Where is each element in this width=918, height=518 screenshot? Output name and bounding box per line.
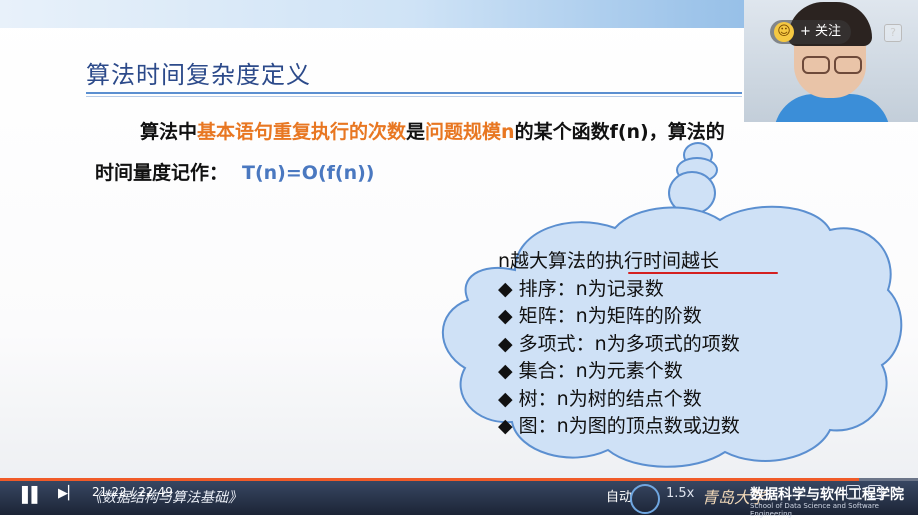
university-logo <box>630 484 660 514</box>
title-divider <box>86 92 742 94</box>
follow-button[interactable]: ☺ + 关注 <box>770 20 852 44</box>
follow-label: + 关注 <box>800 24 842 39</box>
playback-time: 21:22 / 22:49 <box>92 485 173 499</box>
title-divider-thin <box>86 96 742 97</box>
next-icon[interactable]: ▶▏ <box>58 486 78 501</box>
definition-line-1: 算法中基本语句重复执行的次数是问题规模n的某个函数f(n)，算法的 <box>140 117 725 144</box>
highlight-basic-statements: 基本语句重复执行的次数 <box>197 121 407 143</box>
cloud-item-graph: ◆ 图：n为图的顶点数或边数 <box>498 415 740 437</box>
help-icon[interactable]: ? <box>884 24 902 42</box>
definition-line-2: 时间量度记作： T(n)=O(f(n)) <box>95 158 374 185</box>
fullscreen-icon[interactable] <box>868 485 882 499</box>
glasses-left <box>802 56 830 74</box>
time-measure-label: 时间量度记作： <box>95 162 229 184</box>
cloud-item-tree: ◆ 树：n为树的结点个数 <box>498 387 702 410</box>
speed-button[interactable]: 1.5x <box>666 486 694 501</box>
cloud-item-matrix: ◆ 矩阵：n为矩阵的阶数 <box>498 305 702 327</box>
definition-text: 的某个函数f(n)，算法的 <box>514 121 725 143</box>
player-right-icons <box>846 485 882 499</box>
slide-title: 算法时间复杂度定义 <box>86 61 311 89</box>
cloud-item-set: ◆ 集合：n为元素个数 <box>498 360 683 382</box>
glasses-right <box>834 56 862 74</box>
red-underline-annotation <box>628 272 778 274</box>
cloud-content: n越大算法的执行时间越长 ◆ 排序：n为记录数 ◆ 矩阵：n为矩阵的阶数 ◆ 多… <box>498 248 740 441</box>
school-name-en: School of Data Science and Software Engi… <box>750 502 879 518</box>
definition-text: 是 <box>406 121 426 143</box>
avatar-icon: ☺ <box>774 22 794 42</box>
quality-auto-button[interactable]: 自动 <box>606 486 632 505</box>
definition-text: 算法中 <box>140 121 198 143</box>
cloud-item-sort: ◆ 排序：n为记录数 <box>498 277 664 300</box>
pip-icon[interactable] <box>846 485 860 499</box>
webcam-overlay <box>744 0 918 122</box>
complexity-formula: T(n)=O(f(n)) <box>242 162 375 184</box>
highlight-problem-size: 问题规模n <box>425 121 515 143</box>
progress-fill <box>0 478 860 481</box>
cloud-item-polynomial: ◆ 多项式：n为多项式的项数 <box>498 332 740 355</box>
pause-icon[interactable]: ▌▌ <box>22 486 43 504</box>
